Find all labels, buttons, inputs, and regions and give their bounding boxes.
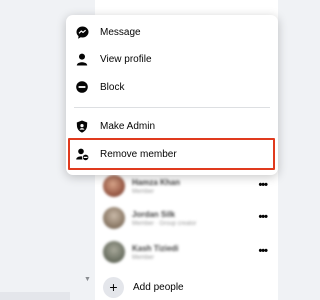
more-options-icon[interactable]: ••• xyxy=(258,211,268,223)
member-name: Hamza Khan xyxy=(132,177,181,187)
background-bar xyxy=(0,292,70,300)
menu-divider xyxy=(74,107,270,108)
person-icon xyxy=(75,52,89,66)
add-people-label: Add people xyxy=(133,281,184,293)
member-role: Member · Group creator xyxy=(132,220,197,227)
block-icon xyxy=(75,80,89,94)
avatar xyxy=(103,175,125,197)
menu-item-label: Message xyxy=(100,26,141,38)
member-role: Member xyxy=(132,188,155,195)
menu-item-label: Block xyxy=(100,81,125,93)
menu-item-block[interactable]: Block xyxy=(66,74,278,100)
avatar xyxy=(103,241,125,263)
menu-item-label: View profile xyxy=(100,53,152,65)
more-options-icon[interactable]: ••• xyxy=(258,245,268,257)
member-row[interactable]: Hamza Khan Member ••• xyxy=(103,172,273,200)
member-row[interactable]: Jordan Silk Member · Group creator ••• xyxy=(103,204,273,232)
add-people-button[interactable]: + Add people xyxy=(103,275,273,299)
messenger-icon xyxy=(75,25,89,39)
avatar xyxy=(103,207,125,229)
panel-scroll-area xyxy=(278,0,300,300)
member-role: Member xyxy=(132,254,155,261)
plus-icon: + xyxy=(103,276,124,298)
shield-icon xyxy=(75,119,89,133)
member-name: Jordan Silk xyxy=(132,209,176,219)
member-name: Kash Tiziedi xyxy=(132,243,179,253)
highlight-annotation xyxy=(68,138,275,170)
menu-item-label: Make Admin xyxy=(100,120,156,132)
member-row[interactable]: Kash Tiziedi Member ••• xyxy=(103,238,273,266)
menu-item-view-profile[interactable]: View profile xyxy=(66,46,278,72)
menu-item-make-admin[interactable]: Make Admin xyxy=(66,113,278,139)
menu-item-message[interactable]: Message xyxy=(66,19,278,45)
scroll-down-arrow-icon[interactable]: ▼ xyxy=(84,276,91,283)
more-options-icon[interactable]: ••• xyxy=(258,179,268,191)
